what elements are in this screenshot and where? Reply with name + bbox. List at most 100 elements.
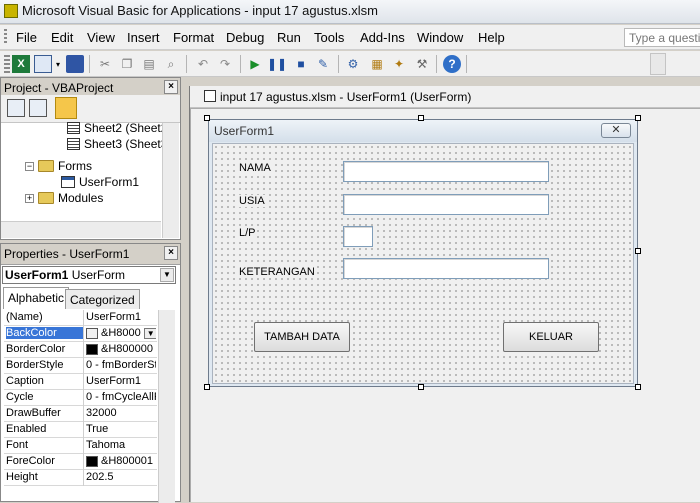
property-row[interactable]: BackColor &H8000 ▼ — [4, 326, 157, 342]
cut-icon[interactable]: ✂ — [96, 55, 114, 73]
chevron-down-icon[interactable]: ▼ — [143, 327, 156, 339]
chevron-down-icon[interactable]: ▼ — [160, 268, 174, 282]
property-value[interactable]: True — [86, 423, 156, 435]
resize-handle[interactable] — [635, 248, 641, 254]
tab-alphabetic[interactable]: Alphabetic — [3, 287, 70, 309]
toggle-folders-icon[interactable] — [55, 97, 77, 119]
menu-edit[interactable]: Edit — [51, 30, 73, 45]
menubar-grip[interactable] — [4, 29, 7, 45]
property-row[interactable]: Height 202.5 — [4, 470, 157, 486]
userform[interactable]: UserForm1 ✕ NAMA USIA L/P KETERANGAN TAM… — [208, 119, 638, 387]
toolbar-grip[interactable] — [4, 55, 10, 73]
object-selector[interactable]: UserForm1 UserForm ▼ — [2, 266, 176, 284]
insert-userform-icon[interactable] — [34, 55, 52, 73]
run-icon[interactable]: ▶ — [246, 55, 264, 73]
resize-handle[interactable] — [418, 115, 424, 121]
menu-view[interactable]: View — [87, 30, 115, 45]
properties-icon[interactable]: ▦ — [368, 55, 386, 73]
label-keterangan[interactable]: KETERANGAN — [238, 266, 316, 278]
view-code-icon[interactable] — [7, 99, 25, 117]
tambah-data-button[interactable]: TAMBAH DATA — [254, 322, 350, 352]
toolbox-icon[interactable]: ⚒ — [413, 55, 431, 73]
copy-icon[interactable]: ❐ — [118, 55, 136, 73]
view-object-icon[interactable] — [29, 99, 47, 117]
collapse-icon[interactable]: − — [25, 161, 34, 171]
menu-run[interactable]: Run — [277, 30, 301, 45]
resize-handle[interactable] — [204, 115, 210, 121]
property-value[interactable]: Tahoma — [86, 439, 156, 451]
property-value[interactable]: 0 - fmBorderSt — [86, 359, 156, 371]
menu-debug[interactable]: Debug — [226, 30, 264, 45]
property-value[interactable]: 202.5 — [86, 471, 156, 483]
menu-window[interactable]: Window — [417, 30, 463, 45]
designer-canvas[interactable]: UserForm1 ✕ NAMA USIA L/P KETERANGAN TAM… — [191, 109, 700, 502]
resize-handle[interactable] — [204, 384, 210, 390]
property-divider — [83, 390, 84, 406]
paste-icon[interactable]: ▤ — [140, 55, 158, 73]
menu-insert[interactable]: Insert — [127, 30, 160, 45]
userform-body[interactable]: NAMA USIA L/P KETERANGAN TAMBAH DATA KEL… — [212, 143, 634, 384]
redo-icon[interactable]: ↷ — [216, 55, 234, 73]
property-row[interactable]: (Name) UserForm1 — [4, 310, 157, 326]
undo-icon[interactable]: ↶ — [194, 55, 212, 73]
property-row[interactable]: Font Tahoma — [4, 438, 157, 454]
project-horizontal-scrollbar[interactable] — [1, 221, 161, 238]
tree-item-sheet2[interactable]: Sheet2 (Sheet2) — [67, 121, 171, 135]
expand-icon[interactable]: + — [25, 193, 34, 203]
project-explorer-icon[interactable]: ⚙ — [344, 55, 362, 73]
save-icon[interactable] — [66, 55, 84, 73]
label-usia[interactable]: USIA — [238, 195, 266, 207]
property-row[interactable]: Enabled True — [4, 422, 157, 438]
design-mode-icon[interactable]: ✎ — [314, 55, 332, 73]
designer-title: input 17 agustus.xlsm - UserForm1 (UserF… — [220, 90, 472, 104]
tab-categorized[interactable]: Categorized — [65, 289, 140, 309]
property-row[interactable]: ForeColor &H800001 — [4, 454, 157, 470]
label-lp[interactable]: L/P — [238, 227, 257, 239]
project-vertical-scrollbar[interactable] — [162, 123, 179, 238]
property-row[interactable]: BorderColor &H800000 — [4, 342, 157, 358]
reset-icon[interactable]: ■ — [292, 55, 310, 73]
textbox-keterangan[interactable] — [343, 258, 549, 279]
close-icon[interactable]: × — [164, 80, 178, 94]
properties-vertical-scrollbar[interactable] — [158, 310, 175, 503]
tree-item-modules[interactable]: + Modules — [25, 191, 103, 205]
menu-format[interactable]: Format — [173, 30, 214, 45]
label-nama[interactable]: NAMA — [238, 162, 272, 174]
property-row[interactable]: DrawBuffer 32000 — [4, 406, 157, 422]
property-name: BorderColor — [6, 343, 66, 355]
help-icon[interactable]: ? — [443, 55, 461, 73]
property-value[interactable]: &H800001 — [86, 455, 156, 467]
tree-item-forms[interactable]: − Forms — [25, 159, 92, 173]
textbox-lp[interactable] — [343, 226, 373, 247]
property-row[interactable]: BorderStyle 0 - fmBorderSt — [4, 358, 157, 374]
property-value[interactable]: UserForm1 — [86, 311, 156, 323]
menu-add-ins[interactable]: Add-Ins — [360, 30, 405, 45]
property-row[interactable]: Caption UserForm1 — [4, 374, 157, 390]
excel-icon[interactable]: X — [12, 55, 30, 73]
property-value[interactable]: &H8000 ▼ — [86, 327, 156, 339]
menu-file[interactable]: File — [16, 30, 37, 45]
find-icon[interactable]: ⌕ — [162, 55, 180, 73]
resize-handle[interactable] — [635, 115, 641, 121]
property-value[interactable]: &H800000 — [86, 343, 156, 355]
property-row[interactable]: Cycle 0 - fmCycleAllF — [4, 390, 157, 406]
help-search-input[interactable]: Type a question — [624, 28, 700, 47]
tree-item-sheet3[interactable]: Sheet3 (Sheet3) — [67, 137, 171, 151]
menu-tools[interactable]: Tools — [314, 30, 344, 45]
close-icon[interactable]: × — [164, 246, 178, 260]
object-browser-icon[interactable]: ✦ — [390, 55, 408, 73]
menu-help[interactable]: Help — [478, 30, 505, 45]
resize-handle[interactable] — [635, 384, 641, 390]
textbox-usia[interactable] — [343, 194, 549, 215]
textbox-nama[interactable] — [343, 161, 549, 182]
tree-item-userform1[interactable]: UserForm1 — [61, 175, 139, 189]
keluar-button[interactable]: KELUAR — [503, 322, 599, 352]
chevron-down-icon[interactable]: ▾ — [54, 55, 62, 73]
resize-handle[interactable] — [418, 384, 424, 390]
break-icon[interactable]: ❚❚ — [267, 55, 287, 73]
property-value[interactable]: 0 - fmCycleAllF — [86, 391, 156, 403]
property-value[interactable]: 32000 — [86, 407, 156, 419]
property-value[interactable]: UserForm1 — [86, 375, 156, 387]
toolbar-overflow-button[interactable] — [650, 53, 666, 75]
close-icon[interactable]: ✕ — [601, 123, 631, 138]
